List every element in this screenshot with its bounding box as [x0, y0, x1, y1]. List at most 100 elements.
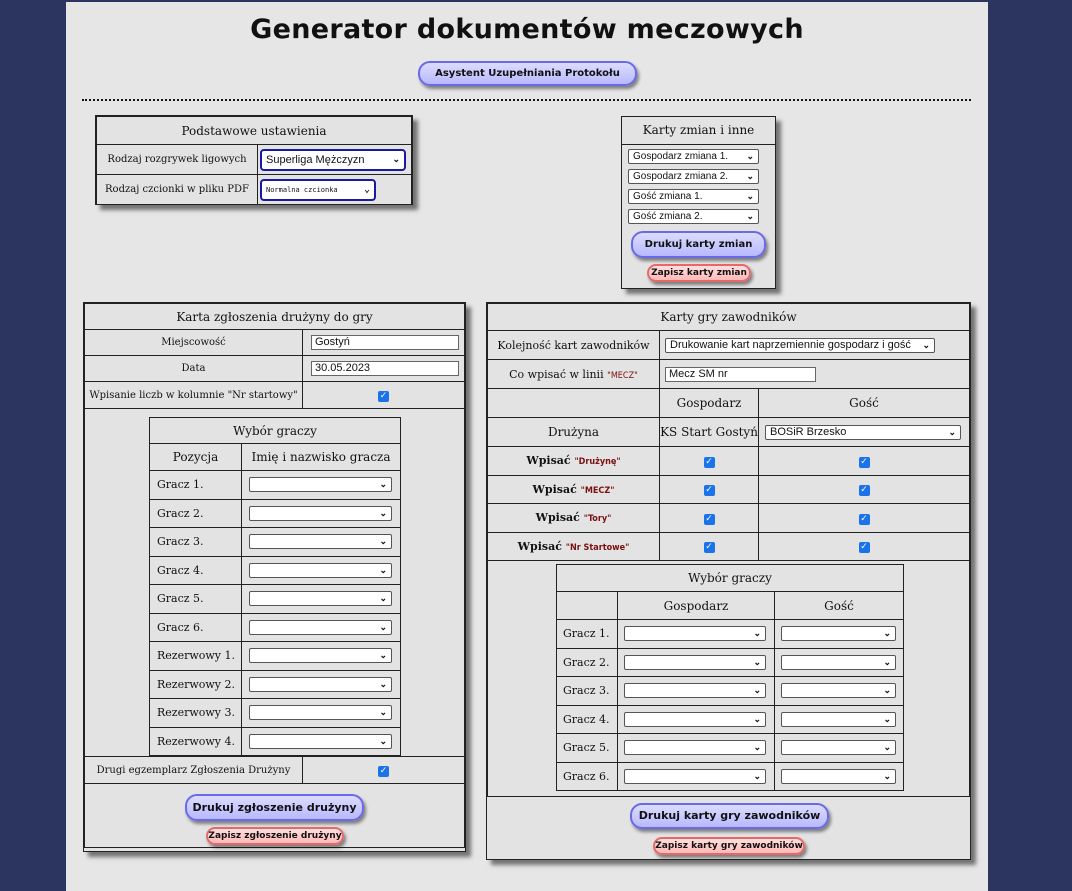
chevron-down-icon: ⌄	[379, 707, 387, 718]
write-home-checkbox[interactable]: ✓	[703, 485, 715, 497]
player-select[interactable]: ⌄	[249, 477, 392, 493]
table-row: Gracz 1. ⌄	[149, 470, 401, 500]
home-player-select[interactable]: ⌄	[624, 683, 766, 699]
write-label: Wpisać	[517, 539, 562, 553]
player-select[interactable]: ⌄	[249, 705, 392, 721]
chevron-down-icon: ⌄	[379, 479, 387, 490]
home-player-select[interactable]: ⌄	[624, 740, 766, 756]
table-row: Gracz 5. ⌄ ⌄	[556, 733, 904, 763]
chevron-down-icon: ⌄	[883, 685, 891, 696]
basic-settings-header: Podstawowe ustawienia	[96, 116, 412, 145]
chevron-down-icon: ⌄	[948, 426, 956, 437]
save-team-button[interactable]: Zapisz zgłoszenie drużyny	[206, 827, 344, 845]
subs-panel: Karty zmian i inne Gospodarz zmiana 1. ⌄ G…	[621, 116, 776, 289]
table-row: Gracz 3. ⌄	[149, 527, 401, 557]
chevron-down-icon: ⌄	[392, 154, 400, 164]
chevron-down-icon: ⌄	[379, 735, 387, 746]
write-away-checkbox[interactable]: ✓	[858, 513, 870, 525]
league-label: Rodzaj rozgrywek ligowych	[96, 144, 258, 175]
write-home-checkbox[interactable]: ✓	[703, 456, 715, 468]
write-away-checkbox[interactable]: ✓	[858, 542, 870, 554]
date-input[interactable]: 30.05.2023	[311, 361, 459, 376]
away-player-select[interactable]: ⌄	[781, 626, 896, 642]
chevron-down-icon: ⌄	[363, 184, 370, 195]
chevron-down-icon: ⌄	[379, 536, 387, 547]
write-home-checkbox[interactable]: ✓	[703, 513, 715, 525]
chevron-down-icon: ⌄	[753, 685, 761, 696]
player-select[interactable]: ⌄	[249, 505, 392, 521]
order-select[interactable]: Drukowanie kart naprzemiennie gospodarz …	[665, 337, 935, 353]
away-player-select[interactable]: ⌄	[781, 711, 896, 727]
chevron-down-icon: ⌄	[883, 628, 891, 639]
home-player-select[interactable]: ⌄	[624, 768, 766, 784]
league-select[interactable]: Superliga Mężczyzn ⌄	[260, 148, 406, 171]
player-select[interactable]: ⌄	[249, 619, 392, 635]
place-input[interactable]: Gostyń	[311, 335, 459, 350]
home-team-name: KS Start Gostyń	[659, 417, 759, 447]
chevron-down-icon: ⌄	[379, 650, 387, 661]
table-row: Rezerwowy 3. ⌄	[149, 698, 401, 728]
write-row: Wpisać "Tory" ✓ ✓	[487, 503, 970, 533]
write-away-checkbox[interactable]: ✓	[858, 456, 870, 468]
game-col-away: Gość	[774, 591, 904, 620]
table-row: Gracz 2. ⌄	[149, 498, 401, 528]
second-copy-label: Drugi egzemplarz Zgłoszenia Drużyny	[84, 756, 303, 784]
table-row: Gracz 1. ⌄ ⌄	[556, 619, 904, 649]
away-player-select[interactable]: ⌄	[781, 654, 896, 670]
player-position-label: Rezerwowy 2.	[149, 669, 242, 699]
write-row: Wpisać "MECZ" ✓ ✓	[487, 474, 970, 504]
chevron-down-icon: ⌄	[753, 713, 761, 724]
mecz-label: Co wpisać w linii	[509, 367, 604, 381]
player-select[interactable]: ⌄	[249, 591, 392, 607]
print-subs-button[interactable]: Drukuj karty zmian	[631, 231, 766, 258]
subs-select-4[interactable]: Gość zmiana 2. ⌄	[628, 209, 759, 224]
subs-select-3[interactable]: Gość zmiana 1. ⌄	[628, 189, 759, 204]
player-select[interactable]: ⌄	[249, 562, 392, 578]
player-select[interactable]: ⌄	[249, 676, 392, 692]
col-position: Pozycja	[149, 443, 242, 471]
table-row: Gracz 4. ⌄	[149, 555, 401, 585]
font-select[interactable]: Normalna czcionka ⌄	[260, 178, 376, 201]
write-quote: "Drużynę"	[574, 457, 621, 468]
player-select[interactable]: ⌄	[249, 733, 392, 749]
date-label: Data	[84, 355, 303, 382]
game-player-label: Gracz 5.	[556, 733, 618, 763]
save-game-cards-button[interactable]: Zapisz karty gry zawodników	[653, 837, 805, 855]
game-player-label: Gracz 3.	[556, 676, 618, 706]
assistant-button[interactable]: Asystent Uzupełniania Protokołu	[418, 61, 637, 86]
away-player-select[interactable]: ⌄	[781, 683, 896, 699]
second-copy-checkbox[interactable]: ✓	[378, 766, 389, 777]
away-player-select[interactable]: ⌄	[781, 768, 896, 784]
player-select[interactable]: ⌄	[249, 648, 392, 664]
write-label: Wpisać	[526, 454, 571, 468]
team-card-header: Karta zgłoszenia drużyny do gry	[84, 303, 465, 330]
subs-header: Karty zmian i inne	[622, 117, 775, 145]
chevron-down-icon: ⌄	[883, 770, 891, 781]
player-select[interactable]: ⌄	[249, 534, 392, 550]
write-quote: "MECZ"	[580, 485, 615, 496]
print-game-cards-button[interactable]: Drukuj karty gry zawodników	[630, 803, 829, 829]
table-row: Gracz 4. ⌄ ⌄	[556, 704, 904, 734]
game-players-table: Wybór graczy Gospodarz Gość Gracz 1. ⌄ ⌄ Gr…	[556, 564, 904, 791]
home-player-select[interactable]: ⌄	[624, 654, 766, 670]
away-player-select[interactable]: ⌄	[781, 740, 896, 756]
subs-select-1[interactable]: Gospodarz zmiana 1. ⌄	[628, 149, 759, 164]
home-player-select[interactable]: ⌄	[624, 711, 766, 727]
write-away-checkbox[interactable]: ✓	[858, 485, 870, 497]
write-quote: "Tory"	[583, 514, 612, 525]
player-position-label: Gracz 3.	[149, 527, 242, 557]
game-players-header: Wybór graczy	[556, 564, 904, 592]
numbers-label: Wpisanie liczb w kolumnie "Nr startowy"	[84, 381, 303, 409]
subs-select-2[interactable]: Gospodarz zmiana 2. ⌄	[628, 169, 759, 184]
mecz-input[interactable]: Mecz SM nr	[665, 366, 816, 382]
print-team-button[interactable]: Drukuj zgłoszenie drużyny	[185, 794, 364, 821]
numbers-checkbox[interactable]: ✓	[378, 391, 389, 402]
write-home-checkbox[interactable]: ✓	[703, 542, 715, 554]
player-position-label: Rezerwowy 4.	[149, 726, 242, 756]
table-row: Gracz 6. ⌄ ⌄	[556, 761, 904, 791]
away-team-select[interactable]: BOSiR Brzesko ⌄	[765, 424, 961, 440]
home-player-select[interactable]: ⌄	[624, 626, 766, 642]
col-away: Gość	[758, 388, 970, 418]
chevron-down-icon: ⌄	[922, 339, 930, 350]
save-subs-button[interactable]: Zapisz karty zmian	[647, 264, 751, 282]
